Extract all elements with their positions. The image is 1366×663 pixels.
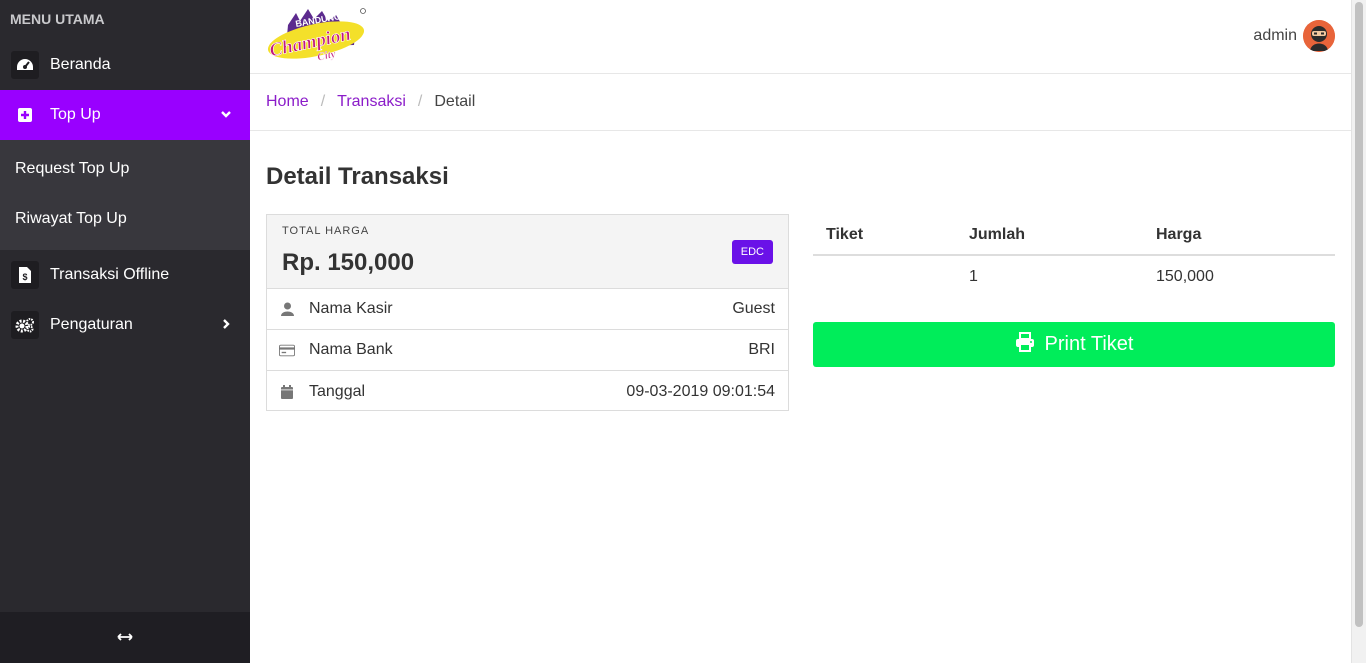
svg-text:$: $ <box>22 272 27 282</box>
detail-value: Guest <box>732 300 775 317</box>
breadcrumb-home-link[interactable]: Home <box>266 93 309 111</box>
detail-value: 09-03-2019 09:01:54 <box>626 382 775 400</box>
credit-card-icon <box>279 344 295 357</box>
top-up-submenu: Request Top Up Riwayat Top Up <box>0 140 250 250</box>
cell-jumlah: 1 <box>969 268 978 285</box>
submenu-item-riwayat-top-up[interactable]: Riwayat Top Up <box>15 210 127 228</box>
column-header-harga: Harga <box>1156 226 1202 243</box>
submenu-item-request-top-up[interactable]: Request Top Up <box>15 160 129 178</box>
detail-value: BRI <box>748 341 775 358</box>
detail-row-tanggal: Tanggal 09-03-2019 09:01:54 <box>267 371 788 412</box>
calendar-icon <box>279 384 295 399</box>
total-value: Rp. 150,000 <box>282 249 415 276</box>
detail-row-bank: Nama Bank BRI <box>267 330 788 371</box>
arrows-horizontal-icon <box>117 629 133 647</box>
sidebar-item-beranda[interactable]: Beranda <box>0 40 250 90</box>
sidebar-toggle-button[interactable] <box>0 612 250 663</box>
detail-label: Nama Kasir <box>309 300 393 317</box>
plus-square-icon <box>11 101 39 129</box>
detail-label: Tanggal <box>309 382 366 400</box>
sidebar-item-label: Top Up <box>50 106 101 123</box>
breadcrumb-separator: / <box>320 93 326 110</box>
sidebar: MENU UTAMA Beranda Top Up Request Top Up… <box>0 0 250 663</box>
sidebar-item-transaksi-offline[interactable]: $ Transaksi Offline <box>0 250 250 300</box>
breadcrumb: Home / Transaksi / Detail <box>250 74 1351 131</box>
user-icon <box>279 302 295 316</box>
breadcrumb-separator: / <box>417 93 423 110</box>
chevron-down-icon <box>220 107 232 125</box>
card-header: TOTAL HARGA Rp. 150,000 EDC <box>267 215 788 289</box>
file-dollar-icon: $ <box>11 261 39 289</box>
dashboard-icon <box>11 51 39 79</box>
print-icon <box>1015 331 1045 358</box>
print-ticket-button[interactable]: Print Tiket <box>813 322 1335 367</box>
table-row: 1 150,000 <box>813 256 1335 296</box>
transaction-summary-card: TOTAL HARGA Rp. 150,000 EDC Nama Kasir G… <box>266 214 789 411</box>
sidebar-item-label: Transaksi Offline <box>50 266 170 283</box>
column-header-jumlah: Jumlah <box>969 226 1026 243</box>
sidebar-item-pengaturan[interactable]: Pengaturan <box>0 300 250 350</box>
column-header-tiket: Tiket <box>826 226 864 243</box>
top-bar: BANDUNG Champion City admin <box>250 0 1351 74</box>
breadcrumb-current: Detail <box>434 93 476 110</box>
user-name: admin <box>1253 27 1297 44</box>
logo-text-sub: City <box>316 48 337 64</box>
cell-harga: 150,000 <box>1156 268 1214 285</box>
sidebar-item-label: Pengaturan <box>50 316 133 333</box>
page-scrollbar[interactable] <box>1351 0 1366 663</box>
brand-logo[interactable]: BANDUNG Champion City <box>266 7 368 72</box>
menu-title: MENU UTAMA <box>10 11 105 27</box>
scrollbar-thumb[interactable] <box>1355 2 1363 627</box>
page-title: Detail Transaksi <box>266 163 449 190</box>
status-badge: EDC <box>731 240 773 264</box>
user-menu[interactable]: admin <box>1253 20 1335 52</box>
avatar <box>1303 20 1335 52</box>
print-button-label: Print Tiket <box>1044 333 1134 355</box>
detail-label: Nama Bank <box>309 341 393 358</box>
gears-icon <box>11 311 39 339</box>
detail-row-kasir: Nama Kasir Guest <box>267 289 788 330</box>
sidebar-item-label: Beranda <box>50 56 111 73</box>
ticket-table: Tiket Jumlah Harga 1 150,000 <box>813 214 1335 296</box>
sidebar-item-top-up[interactable]: Top Up <box>0 90 250 140</box>
breadcrumb-transaksi-link[interactable]: Transaksi <box>337 93 406 111</box>
total-label: TOTAL HARGA <box>282 225 370 237</box>
table-header: Tiket Jumlah Harga <box>813 214 1335 256</box>
chevron-right-icon <box>220 317 232 335</box>
